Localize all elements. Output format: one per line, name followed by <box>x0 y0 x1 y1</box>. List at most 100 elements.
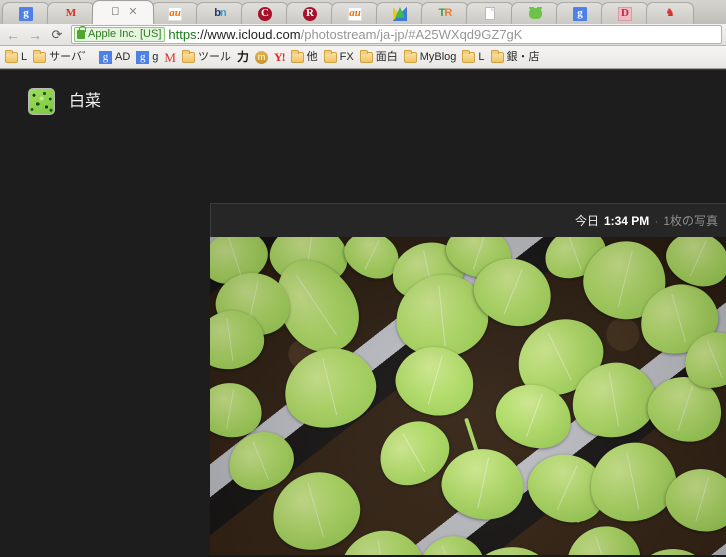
browser-tab-6[interactable]: R <box>285 2 335 24</box>
ev-certificate-badge[interactable]: Apple Inc. [US] <box>74 26 166 42</box>
bookmark-item-6[interactable]: 力 <box>235 48 253 67</box>
bookmark-item-9[interactable]: 他 <box>289 48 322 67</box>
bookmark-item-12[interactable]: MyBlog <box>402 48 461 67</box>
apple-favicon-icon:  <box>108 6 122 20</box>
photo-meta-bar: 今日 1:34 PM · 1枚の写真 <box>210 203 726 237</box>
photo-image[interactable] <box>210 237 726 555</box>
back-arrow-icon: ← <box>6 26 20 43</box>
browser-tab-9[interactable]: TR <box>420 2 470 24</box>
horse-favicon-icon: ♞ <box>665 7 675 20</box>
reload-icon: ⟳ <box>51 27 63 42</box>
bookmark-item-7[interactable]: m <box>253 48 272 67</box>
url-text: https://www.icloud.com/photostream/ja-jp… <box>168 28 522 41</box>
photo-time: 1:34 PM <box>603 213 650 228</box>
folder-icon <box>181 49 195 63</box>
album-title: 白菜 <box>69 92 102 110</box>
browser-toolbar: ← → ⟳ Apple Inc. [US] https://www.icloud… <box>0 24 726 46</box>
gmail-icon: M <box>164 49 176 65</box>
bookmark-item-13[interactable]: L <box>460 48 488 67</box>
browser-tab-4[interactable]: bn <box>195 2 245 24</box>
d-favicon-icon: D <box>617 6 633 21</box>
browser-tab-11[interactable] <box>510 2 560 24</box>
yahoo-icon: Y! <box>274 50 286 64</box>
tab-close-icon[interactable]: ✕ <box>128 6 137 18</box>
folder-icon <box>462 49 476 63</box>
bookmark-label: L <box>478 50 485 63</box>
google-square-icon: g <box>99 50 113 64</box>
google-photos-favicon-icon <box>392 6 408 21</box>
m-circle-icon: m <box>255 50 268 64</box>
url-host: ://www.icloud.com <box>196 27 301 42</box>
bookmark-label: ツール <box>197 50 231 63</box>
bookmark-label: MyBlog <box>419 50 457 63</box>
google-square-icon: g <box>136 50 150 64</box>
url-path: /photostream/ja-jp/#A25WXqd9GZ7gK <box>300 27 523 42</box>
photo-count: 1枚の写真 <box>663 214 718 228</box>
google-favicon-icon: g <box>18 6 34 21</box>
browser-tab-5[interactable]: C <box>240 2 290 24</box>
browser-tab-strip[interactable]: g M  ✕ au bn C R au TR g D ♞ <box>0 0 726 24</box>
frog-favicon-icon <box>528 7 542 21</box>
bookmark-label: AD <box>115 50 131 63</box>
bookmark-item-11[interactable]: 面白 <box>358 48 402 67</box>
bookmark-item-14[interactable]: 銀・店 <box>489 48 544 67</box>
lock-icon <box>77 26 86 39</box>
bookmark-item-3[interactable]: g g <box>134 48 162 67</box>
gmail-favicon-icon: M <box>65 7 77 20</box>
kana-icon: 力 <box>236 50 249 64</box>
back-button[interactable]: ← <box>2 25 24 45</box>
forward-button[interactable]: → <box>24 25 46 45</box>
address-bar[interactable]: Apple Inc. [US] https://www.icloud.com/p… <box>71 25 722 44</box>
browser-tab-8[interactable] <box>375 2 425 24</box>
browser-tab-3[interactable]: au <box>150 2 200 24</box>
photo-date: 今日 <box>574 214 599 228</box>
r-circle-favicon-icon: R <box>302 6 318 21</box>
folder-icon <box>490 49 504 63</box>
bookmark-label: g <box>152 50 159 63</box>
browser-tab-1[interactable]: M <box>46 2 96 24</box>
bookmark-item-4[interactable]: M <box>162 48 180 67</box>
bookmark-label: 銀・店 <box>506 50 540 63</box>
meta-separator: · <box>654 213 659 228</box>
ev-certificate-label: Apple Inc. [US] <box>88 28 162 40</box>
bookmark-label: 面白 <box>375 50 398 63</box>
bookmark-item-0[interactable]: L <box>3 48 31 67</box>
bookmark-item-8[interactable]: Y! <box>272 48 289 67</box>
c-circle-favicon-icon: C <box>257 6 273 21</box>
bookmark-item-2[interactable]: g AD <box>97 48 134 67</box>
bookmark-label: サーバ゛ <box>49 50 94 63</box>
folder-icon <box>403 49 417 63</box>
album-thumbnail[interactable] <box>28 88 55 115</box>
browser-tab-7[interactable]: au <box>330 2 380 24</box>
folder-icon <box>359 49 373 63</box>
folder-icon <box>290 49 304 63</box>
folder-icon <box>33 49 47 63</box>
bookmark-item-1[interactable]: サーバ゛ <box>31 48 97 67</box>
bookmark-label: 他 <box>306 50 318 63</box>
forward-arrow-icon: → <box>28 26 42 43</box>
browser-tab-13[interactable]: D <box>600 2 650 24</box>
au-favicon-icon-2: au <box>347 6 363 21</box>
bookmarks-bar: L サーバ゛ g AD g g M ツール 力 m Y! 他 FX 面白 MyB… <box>0 46 726 69</box>
url-scheme: https <box>168 27 197 42</box>
bn-favicon-icon: bn <box>214 7 226 20</box>
tr-favicon-icon: TR <box>438 7 452 20</box>
album-header: 白菜 <box>0 70 726 115</box>
bookmark-item-10[interactable]: FX <box>322 48 358 67</box>
icloud-photostream-page: 白菜 今日 1:34 PM · 1枚の写真 <box>0 69 726 555</box>
browser-tab-10[interactable] <box>465 2 515 24</box>
bookmark-item-5[interactable]: ツール <box>180 48 235 67</box>
folder-icon <box>323 49 337 63</box>
browser-tab-14[interactable]: ♞ <box>645 2 695 24</box>
browser-tab-2-active[interactable]:  ✕ <box>91 0 155 24</box>
bookmark-label: FX <box>339 50 354 63</box>
document-favicon-icon <box>483 7 497 21</box>
browser-tab-12[interactable]: g <box>555 2 605 24</box>
au-favicon-icon: au <box>167 6 183 21</box>
reload-button[interactable]: ⟳ <box>46 25 68 45</box>
folder-icon <box>5 49 18 63</box>
bookmark-label: L <box>21 50 28 63</box>
google-favicon-icon-2: g <box>572 6 588 21</box>
browser-tab-0[interactable]: g <box>1 2 51 24</box>
photo-panel: 今日 1:34 PM · 1枚の写真 <box>210 203 726 555</box>
